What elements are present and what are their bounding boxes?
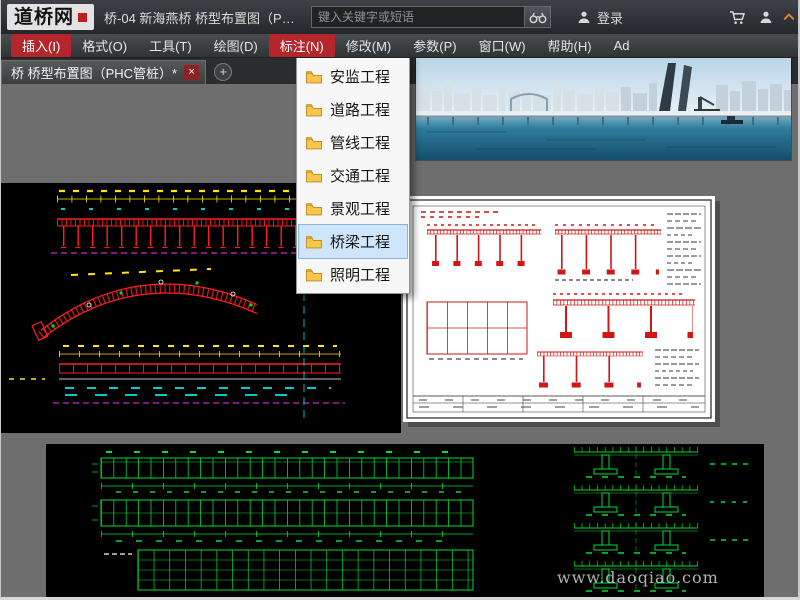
category-item-pipeline[interactable]: 管线工程 (299, 126, 407, 159)
new-tab-button[interactable]: + (214, 63, 233, 81)
application-window: 道桥网 桥-04 新海燕桥 桥型布置图（PHC... 登录 (0, 0, 800, 600)
bridge-photo-image (416, 57, 791, 160)
user-icon (760, 11, 772, 23)
collapse-button[interactable] (783, 0, 795, 34)
category-label: 管线工程 (330, 135, 391, 152)
site-logo-text: 道桥网 (14, 6, 75, 28)
folder-icon (306, 268, 322, 281)
menu-tools[interactable]: 工具(T) (138, 34, 203, 57)
search-input[interactable] (312, 7, 524, 27)
account-button[interactable] (759, 0, 773, 34)
menu-bar: 插入(I) 格式(O) 工具(T) 绘图(D) 标注(N) 修改(M) 参数(P… (1, 34, 798, 58)
category-dropdown-menu: 安监工程 道路工程 管线工程 交通工程 景观工程 桥梁工程 照明工程 (296, 57, 410, 294)
search-button[interactable] (524, 7, 550, 27)
category-item-lighting[interactable]: 照明工程 (299, 258, 407, 291)
category-item-road[interactable]: 道路工程 (299, 93, 407, 126)
folder-icon (306, 235, 322, 248)
paper-drawing (406, 199, 712, 419)
category-label: 安监工程 (330, 69, 391, 86)
drawing-tab-label: 桥 桥型布置图（PHC管桩）* (11, 66, 178, 81)
site-logo[interactable]: 道桥网 (7, 4, 95, 30)
folder-icon (306, 202, 322, 215)
tab-close-button[interactable]: × (184, 65, 200, 80)
category-item-bridge[interactable]: 桥梁工程 (298, 224, 408, 259)
login-button[interactable]: 登录 (577, 0, 623, 34)
menu-help[interactable]: 帮助(H) (537, 34, 603, 57)
user-icon (578, 11, 590, 23)
category-item-traffic[interactable]: 交通工程 (299, 159, 407, 192)
category-label: 照明工程 (330, 267, 391, 284)
folder-icon (306, 169, 322, 182)
folder-icon (306, 103, 322, 116)
menu-modify[interactable]: 修改(M) (335, 34, 403, 57)
title-bar: 道桥网 桥-04 新海燕桥 桥型布置图（PHC... 登录 (1, 0, 798, 34)
menu-draw[interactable]: 绘图(D) (203, 34, 269, 57)
menu-dimension[interactable]: 标注(N) (268, 34, 335, 57)
menu-format[interactable]: 格式(O) (71, 34, 138, 57)
menu-window[interactable]: 窗口(W) (468, 34, 537, 57)
folder-icon (306, 136, 322, 149)
search-box (311, 6, 551, 28)
document-title: 桥-04 新海燕桥 桥型布置图（PHC... (104, 10, 297, 26)
menu-truncated[interactable]: Ad (603, 36, 641, 55)
menu-insert[interactable]: 插入(I) (11, 34, 72, 57)
binoculars-icon (529, 12, 546, 23)
bridge-photo-preview[interactable] (415, 56, 792, 161)
watermark-text: www.daoqiao.com (557, 568, 719, 587)
category-label: 景观工程 (330, 201, 391, 218)
logo-seal-icon (78, 12, 88, 22)
category-item-landscape[interactable]: 景观工程 (299, 192, 407, 225)
chevron-up-icon (783, 13, 795, 21)
login-label: 登录 (597, 10, 624, 26)
category-item-safety[interactable]: 安监工程 (299, 60, 407, 93)
category-label: 道路工程 (330, 102, 391, 119)
cart-button[interactable] (729, 0, 746, 34)
drawing-tab[interactable]: 桥 桥型布置图（PHC管桩）* × (1, 60, 207, 84)
category-label: 桥梁工程 (330, 234, 391, 251)
menu-parametric[interactable]: 参数(P) (402, 34, 467, 57)
cart-icon (730, 10, 746, 24)
paper-layout-preview[interactable] (403, 196, 715, 422)
category-label: 交通工程 (330, 168, 391, 185)
folder-icon (306, 70, 322, 83)
